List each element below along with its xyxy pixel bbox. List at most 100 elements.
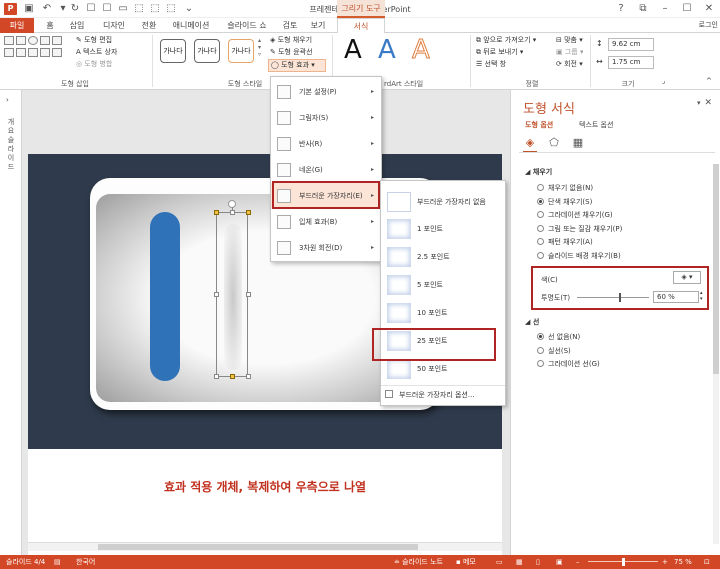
- tab-animations[interactable]: 애니메이션: [166, 18, 216, 33]
- horizontal-scroll-thumb[interactable]: [98, 544, 418, 550]
- radio-button[interactable]: [537, 333, 544, 340]
- star-shape-icon[interactable]: [28, 48, 38, 57]
- line-section-heading[interactable]: ◢ 선: [525, 317, 539, 327]
- soft-edges-option[interactable]: 2.5 포인트: [381, 243, 505, 271]
- proofing-icon[interactable]: ▤: [54, 555, 61, 569]
- effects-menu-item[interactable]: 그림자(S) ▸: [271, 105, 381, 131]
- transparency-slider-track[interactable]: [577, 297, 649, 298]
- radio-option[interactable]: 실선(S): [537, 346, 571, 357]
- shape-style-preset-3[interactable]: 가나다: [228, 39, 254, 63]
- close-icon[interactable]: ✕: [704, 98, 712, 108]
- resize-handle-top-right[interactable]: [246, 210, 251, 215]
- reading-view-icon[interactable]: ▯: [536, 555, 540, 569]
- callout-shape-icon[interactable]: [40, 48, 50, 57]
- radio-option[interactable]: 채우기 없음(N): [537, 183, 593, 194]
- bring-forward-button[interactable]: ⧉ 앞으로 가져오기 ▾: [476, 35, 536, 46]
- help-icon[interactable]: ?: [610, 1, 632, 17]
- radio-button[interactable]: [537, 211, 544, 218]
- pane-vertical-scrollbar[interactable]: [713, 164, 719, 544]
- tab-home[interactable]: 홈: [40, 18, 60, 33]
- tab-file[interactable]: 파일: [0, 18, 34, 33]
- gallery-more-icon[interactable]: ▴ ▾ ▿: [258, 37, 261, 58]
- radio-button[interactable]: [537, 251, 544, 259]
- spinner-icon[interactable]: ▴ ▾: [700, 290, 703, 302]
- transparency-slider-thumb[interactable]: [619, 293, 622, 302]
- tab-shape-options[interactable]: 도형 옵션: [525, 120, 553, 130]
- radio-button[interactable]: [537, 238, 544, 245]
- slide-sorter-icon[interactable]: ▦: [516, 555, 523, 569]
- horizontal-scrollbar[interactable]: [28, 542, 502, 551]
- tab-format[interactable]: 서식: [337, 18, 385, 34]
- size-properties-icon[interactable]: ▦: [571, 136, 585, 150]
- wordart-style-orange[interactable]: A: [412, 35, 431, 66]
- ribbon-display-icon[interactable]: ⧉: [632, 1, 654, 17]
- fill-section-heading[interactable]: ◢ 채우기: [525, 167, 552, 177]
- height-input[interactable]: 9.62 cm: [608, 38, 654, 51]
- slideshow-icon[interactable]: ▣: [556, 555, 563, 569]
- rotate-button[interactable]: ⟳ 회전 ▾: [556, 59, 583, 70]
- shape-outline-button[interactable]: ✎ 도형 윤곽선: [270, 47, 313, 58]
- size-dialog-launcher-icon[interactable]: ⌟: [662, 77, 665, 85]
- effects-pentagon-icon[interactable]: ⬠: [547, 136, 561, 150]
- merge-shapes-button[interactable]: ◎ 도형 병합: [76, 59, 112, 70]
- arrow-shape-icon[interactable]: [52, 36, 62, 45]
- radio-button[interactable]: [537, 184, 544, 191]
- pane-scroll-thumb[interactable]: [713, 164, 719, 374]
- tab-view[interactable]: 보기: [306, 18, 330, 33]
- shape-gallery[interactable]: [4, 36, 66, 68]
- wordart-style-black[interactable]: A: [344, 35, 362, 65]
- resize-handle-bottom-right[interactable]: [246, 374, 251, 379]
- collapse-ribbon-icon[interactable]: ^: [706, 77, 712, 85]
- soft-edges-option[interactable]: 5 포인트: [381, 271, 505, 299]
- resize-handle-left[interactable]: [214, 292, 219, 297]
- transparency-input[interactable]: 60 %: [653, 291, 699, 303]
- resize-handle-bottom-left[interactable]: [214, 374, 219, 379]
- radio-option[interactable]: 선 없음(N): [537, 332, 580, 343]
- outline-slides-label[interactable]: 개요 슬라이드: [7, 118, 15, 172]
- radio-button[interactable]: [537, 224, 544, 232]
- comments-button[interactable]: ▪ 메모: [456, 555, 476, 569]
- shape-fill-button[interactable]: ◈ 도형 채우기: [270, 35, 312, 46]
- send-backward-button[interactable]: ⧉ 뒤로 보내기 ▾: [476, 47, 523, 58]
- tab-review[interactable]: 검토: [278, 18, 302, 33]
- radio-option[interactable]: 그림 또는 질감 채우기(P): [537, 224, 622, 235]
- soft-edges-option[interactable]: 1 포인트: [381, 215, 505, 243]
- expand-thumbnails-icon[interactable]: ›: [6, 96, 9, 104]
- maximize-icon[interactable]: ☐: [676, 1, 698, 17]
- normal-view-icon[interactable]: ▭: [496, 555, 503, 569]
- effects-menu-item[interactable]: 3차원 회전(D) ▸: [271, 235, 381, 261]
- zoom-slider-thumb[interactable]: [622, 558, 625, 566]
- tab-transitions[interactable]: 전환: [136, 18, 162, 33]
- tab-slideshow[interactable]: 슬라이드 쇼: [222, 18, 272, 33]
- rounded-rect-shape-icon[interactable]: [16, 48, 26, 57]
- radio-button[interactable]: [537, 346, 544, 354]
- resize-handle-bottom[interactable]: [230, 374, 235, 379]
- notes-button[interactable]: ≐ 슬라이드 노트: [394, 555, 443, 569]
- zoom-in-icon[interactable]: +: [662, 555, 668, 569]
- width-input[interactable]: 1.75 cm: [608, 56, 654, 69]
- shape-style-preset-2[interactable]: 가나다: [194, 39, 220, 63]
- radio-button[interactable]: [537, 197, 544, 205]
- radio-option[interactable]: 그라데이션 선(G): [537, 359, 600, 370]
- color-picker-button[interactable]: ◈ ▾: [673, 271, 701, 284]
- tab-insert[interactable]: 삽입: [64, 18, 90, 33]
- selection-pane-button[interactable]: ☰ 선택 창: [476, 59, 506, 70]
- soft-edges-option[interactable]: 10 포인트: [381, 299, 505, 327]
- rectangle-shape-icon[interactable]: [4, 36, 14, 45]
- line-shape-icon[interactable]: [40, 36, 50, 45]
- blue-rounded-bar[interactable]: [150, 212, 180, 381]
- tab-design[interactable]: 디자인: [96, 18, 132, 33]
- tab-text-options[interactable]: 텍스트 옵션: [579, 120, 613, 130]
- fit-slide-icon[interactable]: ⊡: [704, 555, 710, 569]
- radio-option[interactable]: 그라데이션 채우기(G): [537, 210, 613, 221]
- wordart-style-blue[interactable]: A: [378, 35, 396, 65]
- minimize-icon[interactable]: –: [654, 1, 676, 17]
- effects-menu-item[interactable]: 반사(R) ▸: [271, 131, 381, 157]
- language-indicator[interactable]: 한국어: [76, 555, 95, 569]
- shape-effects-button[interactable]: ◯ 도형 효과 ▾: [268, 59, 326, 72]
- edit-shape-button[interactable]: ✎ 도형 편집: [76, 35, 112, 46]
- radio-option[interactable]: 단색 채우기(S): [537, 197, 592, 208]
- soft-edges-options-link[interactable]: 부드러운 가장자리 옵션...: [385, 389, 475, 401]
- resize-handle-top[interactable]: [230, 210, 235, 215]
- radio-button[interactable]: [537, 360, 544, 367]
